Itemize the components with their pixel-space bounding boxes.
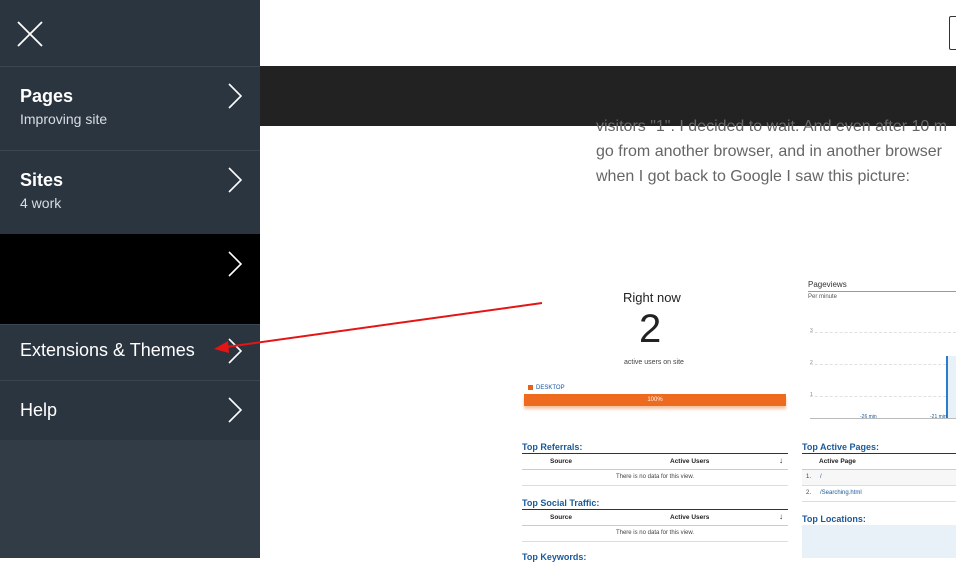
- annotation-arrow: [214, 302, 543, 353]
- page: visitors "1". I decided to wait. And eve…: [0, 0, 956, 562]
